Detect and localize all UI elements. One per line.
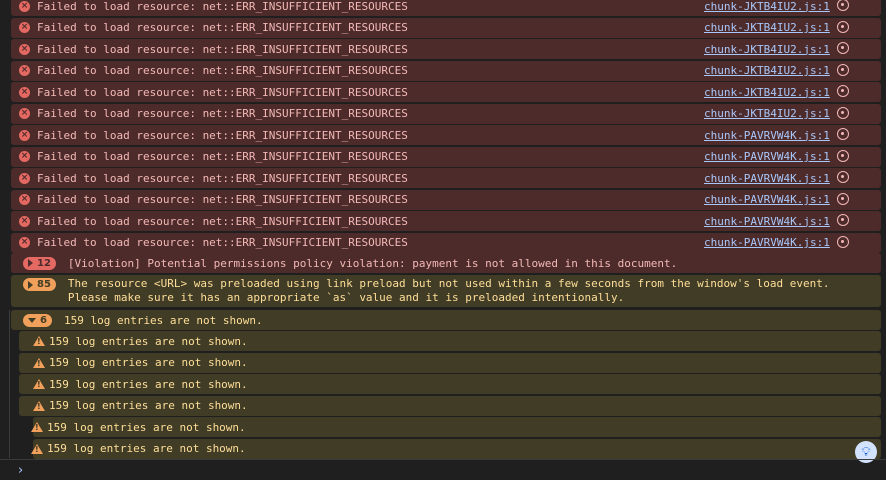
error-x-icon: × bbox=[19, 172, 30, 184]
network-request-icon[interactable] bbox=[837, 63, 849, 76]
error-text: Failed to load resource: net::ERR_INSUFF… bbox=[37, 193, 408, 206]
network-request-icon[interactable] bbox=[837, 149, 849, 162]
network-request-icon[interactable] bbox=[837, 128, 849, 140]
error-message-row[interactable]: × Failed to load resource: net::ERR_INSUF… bbox=[11, 60, 881, 81]
group-tree-line bbox=[9, 310, 10, 458]
warning-message-row[interactable]: 159 log entries are not shown. bbox=[19, 395, 881, 416]
source-link[interactable]: chunk-JKTB4IU2.js:1 bbox=[704, 0, 830, 13]
source-link[interactable]: chunk-JKTB4IU2.js:1 bbox=[704, 43, 830, 56]
error-x-icon: × bbox=[19, 129, 30, 141]
network-request-icon[interactable] bbox=[837, 85, 849, 97]
warning-message-row[interactable]: 159 log entries are not shown. bbox=[19, 374, 881, 394]
error-text: Failed to load resource: net::ERR_INSUFF… bbox=[37, 171, 408, 185]
source-link[interactable]: chunk-PAVRVW4K.js:1 bbox=[704, 150, 830, 163]
error-text: Failed to load resource: net::ERR_INSUFF… bbox=[37, 236, 408, 249]
error-message-row[interactable]: × Failed to load resource: net::ERR_INSUF… bbox=[11, 232, 881, 253]
source-link[interactable]: chunk-JKTB4IU2.js:1 bbox=[704, 107, 830, 120]
warning-message-row[interactable]: 159 log entries are not shown. bbox=[19, 352, 881, 373]
expand-triangle-icon bbox=[28, 280, 33, 289]
prompt-chevron-icon: › bbox=[18, 462, 24, 478]
error-text: Failed to load resource: net::ERR_INSUFF… bbox=[37, 107, 408, 120]
violation-message[interactable]: 12 [Violation] Potential permissions pol… bbox=[11, 253, 881, 273]
network-request-icon[interactable] bbox=[837, 42, 849, 54]
warning-triangle-icon bbox=[33, 336, 45, 346]
error-text: Failed to load resource: net::ERR_INSUFF… bbox=[37, 85, 408, 99]
error-message-row[interactable]: × Failed to load resource: net::ERR_INSUF… bbox=[11, 211, 881, 231]
error-message-row[interactable]: × Failed to load resource: net::ERR_INSUF… bbox=[11, 146, 881, 167]
warning-triangle-icon bbox=[33, 379, 45, 389]
preload-warning-text: The resource <URL> was preloaded using l… bbox=[67, 277, 830, 304]
error-text: Failed to load resource: net::ERR_INSUFF… bbox=[37, 150, 408, 163]
network-request-icon[interactable] bbox=[837, 171, 849, 183]
warning-message-row[interactable]: 159 log entries are not shown. bbox=[31, 417, 881, 437]
group-count-badge[interactable]: 6 bbox=[23, 313, 52, 327]
error-text: Failed to load resource: net::ERR_INSUFF… bbox=[37, 42, 408, 56]
warning-text: 159 log entries are not shown. bbox=[47, 442, 246, 455]
error-message-row[interactable]: × Failed to load resource: net::ERR_INSUF… bbox=[11, 39, 881, 59]
error-message-row[interactable]: × Failed to load resource: net::ERR_INSUF… bbox=[11, 189, 881, 210]
collapse-triangle-icon bbox=[28, 317, 36, 323]
network-request-icon[interactable] bbox=[837, 20, 849, 33]
warning-text: 159 log entries are not shown. bbox=[47, 420, 246, 434]
error-message-row[interactable]: × Failed to load resource: net::ERR_INSUF… bbox=[11, 82, 881, 102]
warning-triangle-icon bbox=[31, 443, 43, 454]
warning-message-row[interactable]: 159 log entries are not shown. bbox=[31, 438, 881, 459]
source-link[interactable]: chunk-PAVRVW4K.js:1 bbox=[704, 236, 830, 249]
error-message-row[interactable]: × Failed to load resource: net::ERR_INSUF… bbox=[11, 125, 881, 145]
error-message-row[interactable]: × Failed to load resource: net::ERR_INSUF… bbox=[11, 17, 881, 38]
error-x-icon: × bbox=[19, 0, 30, 12]
network-request-icon[interactable] bbox=[837, 214, 849, 226]
preload-warning-message[interactable]: 85 The resource <URL> was preloaded usin… bbox=[11, 275, 881, 307]
source-link[interactable]: chunk-JKTB4IU2.js:1 bbox=[704, 86, 830, 99]
warning-triangle-icon bbox=[33, 400, 45, 411]
error-x-icon: × bbox=[19, 237, 30, 248]
warning-text: 159 log entries are not shown. bbox=[49, 334, 248, 348]
expand-triangle-icon bbox=[28, 259, 33, 267]
error-message-row[interactable]: × Failed to load resource: net::ERR_INSUF… bbox=[11, 103, 881, 124]
error-x-icon: × bbox=[19, 194, 30, 205]
warning-text: 159 log entries are not shown. bbox=[49, 399, 248, 412]
warning-text: 159 log entries are not shown. bbox=[49, 377, 248, 391]
error-x-icon: × bbox=[19, 22, 30, 33]
error-text: Failed to load resource: net::ERR_INSUFF… bbox=[37, 64, 408, 77]
group-header-text: 159 log entries are not shown. bbox=[63, 313, 263, 327]
warning-triangle-icon bbox=[31, 422, 43, 432]
source-link[interactable]: chunk-PAVRVW4K.js:1 bbox=[704, 172, 830, 185]
network-request-icon[interactable] bbox=[837, 192, 849, 205]
error-text: Failed to load resource: net::ERR_INSUFF… bbox=[37, 0, 408, 13]
error-message-row[interactable]: × Failed to load resource: net::ERR_INSUF… bbox=[11, 168, 881, 188]
network-request-icon[interactable] bbox=[837, 0, 849, 11]
error-x-icon: × bbox=[19, 151, 30, 162]
error-x-icon: × bbox=[19, 108, 30, 119]
source-link[interactable]: chunk-PAVRVW4K.js:1 bbox=[704, 129, 830, 142]
warning-text: 159 log entries are not shown. bbox=[49, 356, 248, 369]
warning-message-row[interactable]: 159 log entries are not shown. bbox=[19, 331, 881, 351]
network-request-icon[interactable] bbox=[837, 235, 849, 248]
warning-group-header[interactable]: 6 159 log entries are not shown. bbox=[11, 310, 881, 330]
warning-triangle-icon bbox=[33, 357, 45, 368]
source-link[interactable]: chunk-PAVRVW4K.js:1 bbox=[704, 215, 830, 228]
source-link[interactable]: chunk-JKTB4IU2.js:1 bbox=[704, 21, 830, 34]
source-link[interactable]: chunk-PAVRVW4K.js:1 bbox=[704, 193, 830, 206]
source-link[interactable]: chunk-JKTB4IU2.js:1 bbox=[704, 64, 830, 77]
error-text: Failed to load resource: net::ERR_INSUFF… bbox=[37, 214, 408, 228]
error-text: Failed to load resource: net::ERR_INSUFF… bbox=[37, 21, 408, 34]
error-x-icon: × bbox=[19, 65, 30, 76]
network-request-icon[interactable] bbox=[837, 106, 849, 119]
console-prompt[interactable]: › bbox=[0, 459, 886, 480]
error-x-icon: × bbox=[19, 215, 30, 227]
violation-text: [Violation] Potential permissions policy… bbox=[67, 256, 678, 270]
error-text: Failed to load resource: net::ERR_INSUFF… bbox=[37, 128, 408, 142]
repeat-count-badge[interactable]: 12 bbox=[23, 256, 56, 270]
error-message-row[interactable]: × Failed to load resource: net::ERR_INSUF… bbox=[11, 0, 881, 16]
repeat-count-badge[interactable]: 85 bbox=[23, 278, 56, 291]
error-x-icon: × bbox=[19, 86, 30, 98]
error-x-icon: × bbox=[19, 43, 30, 55]
